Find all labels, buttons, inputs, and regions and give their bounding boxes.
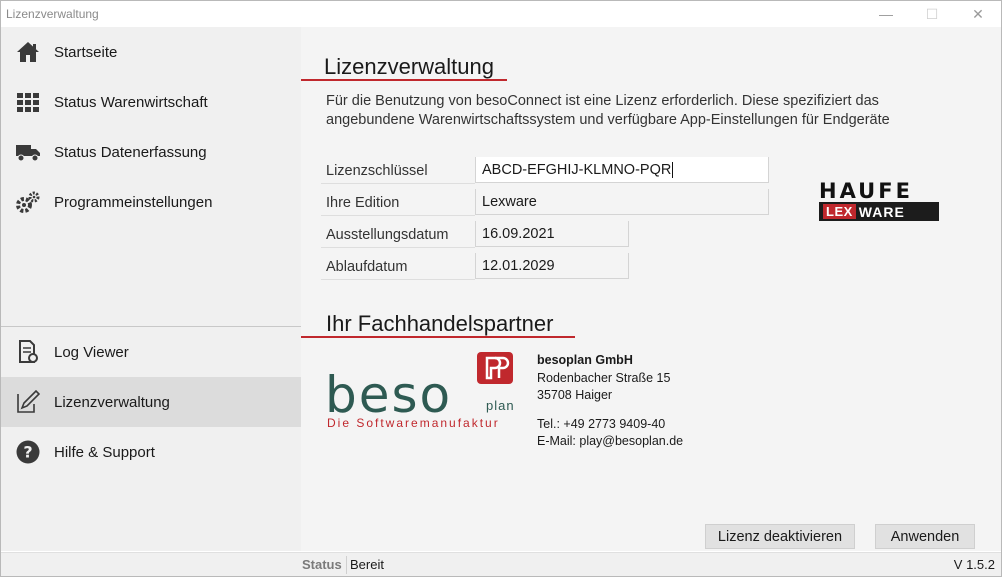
main-content: Lizenzverwaltung Für die Benutzung von b… (301, 27, 1001, 551)
deactivate-license-button[interactable]: Lizenz deaktivieren (705, 524, 855, 549)
heading-underline (301, 336, 575, 338)
log-document-icon (15, 339, 41, 365)
haufe-lexware-logo: HAUFE LEX WARE (819, 181, 939, 221)
sidebar-item-label: Hilfe & Support (54, 443, 155, 461)
sidebar-item-label: Status Datenerfassung (54, 143, 207, 161)
license-key-input[interactable]: ABCD-EFGHIJ-KLMNO-PQR (475, 157, 769, 183)
app-window: Lizenzverwaltung — ☐ ✕ Startseite Status… (0, 0, 1002, 577)
svg-text:?: ? (23, 443, 32, 462)
sidebar-item-label: Lizenzverwaltung (54, 393, 170, 411)
sidebar-item-lizenzverwaltung[interactable]: Lizenzverwaltung (1, 377, 301, 427)
partner-heading: Ihr Fachhandelspartner (326, 311, 554, 336)
license-key-value: ABCD-EFGHIJ-KLMNO-PQR (482, 161, 672, 178)
version-label: V 1.5.2 (953, 557, 995, 572)
help-icon: ? (15, 439, 41, 465)
sidebar-item-label: Programmeinstellungen (54, 193, 213, 211)
truck-icon (15, 139, 41, 165)
license-heading: Lizenzverwaltung (324, 54, 494, 79)
gears-icon (15, 189, 41, 215)
beso-wordmark: beso (325, 366, 453, 424)
lex-text: LEX (823, 204, 856, 219)
license-key-label: Lizenzschlüssel (326, 163, 428, 179)
partner-name: besoplan GmbH (537, 353, 633, 367)
title-bar: Lizenzverwaltung — ☐ ✕ (1, 1, 1001, 27)
partner-address: besoplan GmbH Rodenbacher Straße 15 3570… (537, 352, 683, 451)
heading-underline (301, 79, 507, 81)
sidebar-item-status-warenwirtschaft[interactable]: Status Warenwirtschaft (1, 77, 301, 127)
sidebar-item-label: Log Viewer (54, 343, 129, 361)
status-label: Status (302, 557, 342, 572)
warehouse-icon (15, 89, 41, 115)
issue-date-value: 16.09.2021 (482, 225, 555, 242)
license-description: Für die Benutzung von besoConnect ist ei… (326, 93, 890, 128)
besoplan-logo: beso plan Die Softwaremanufaktur (325, 352, 514, 432)
edition-label: Ihre Edition (326, 195, 400, 211)
sidebar-item-log-viewer[interactable]: Log Viewer (1, 327, 301, 377)
besoplan-tagline: Die Softwaremanufaktur (327, 416, 500, 430)
minimize-button[interactable]: — (863, 1, 909, 27)
plan-wordmark: plan (486, 398, 515, 413)
license-edit-icon (15, 389, 41, 415)
issue-date-field: 16.09.2021 (475, 221, 629, 247)
row-divider (321, 215, 475, 216)
edition-field: Lexware (475, 189, 769, 215)
apply-button[interactable]: Anwenden (875, 524, 975, 549)
close-button[interactable]: ✕ (955, 1, 1001, 27)
status-separator (346, 556, 347, 574)
sidebar-item-status-datenerfassung[interactable]: Status Datenerfassung (1, 127, 301, 177)
partner-phone: Tel.: +49 2773 9409-40 (537, 416, 666, 431)
sidebar-item-programmeinstellungen[interactable]: Programmeinstellungen (1, 177, 301, 227)
issue-date-label: Ausstellungsdatum (326, 227, 449, 243)
window-title: Lizenzverwaltung (6, 7, 99, 21)
sidebar: Startseite Status Warenwirtschaft Status… (1, 27, 301, 551)
expiry-date-label: Ablaufdatum (326, 259, 408, 275)
status-value: Bereit (350, 557, 384, 572)
lexware-wordmark: LEX WARE (819, 202, 939, 221)
sidebar-item-label: Status Warenwirtschaft (54, 93, 208, 111)
maximize-button[interactable]: ☐ (909, 1, 955, 27)
partner-street: Rodenbacher Straße 15 (537, 370, 671, 385)
partner-email: E-Mail: play@besoplan.de (537, 434, 684, 448)
row-divider (321, 247, 475, 248)
besoplan-badge-icon (477, 352, 513, 384)
sidebar-item-hilfe-support[interactable]: ? Hilfe & Support (1, 427, 301, 477)
sidebar-item-startseite[interactable]: Startseite (1, 27, 301, 77)
home-icon (15, 39, 41, 65)
ware-text: WARE (858, 203, 905, 220)
row-divider (321, 183, 475, 184)
edition-value: Lexware (482, 193, 537, 210)
row-divider (321, 279, 475, 280)
minimize-icon: — (879, 6, 893, 22)
expiry-date-value: 12.01.2029 (482, 257, 555, 274)
haufe-wordmark: HAUFE (819, 179, 913, 203)
expiry-date-field: 12.01.2029 (475, 253, 629, 279)
text-cursor (672, 161, 674, 178)
status-bar: Status Bereit V 1.5.2 (1, 552, 1001, 576)
close-icon: ✕ (972, 5, 984, 22)
maximize-icon: ☐ (925, 5, 939, 22)
sidebar-item-label: Startseite (54, 43, 118, 61)
partner-city: 35708 Haiger (537, 388, 613, 402)
